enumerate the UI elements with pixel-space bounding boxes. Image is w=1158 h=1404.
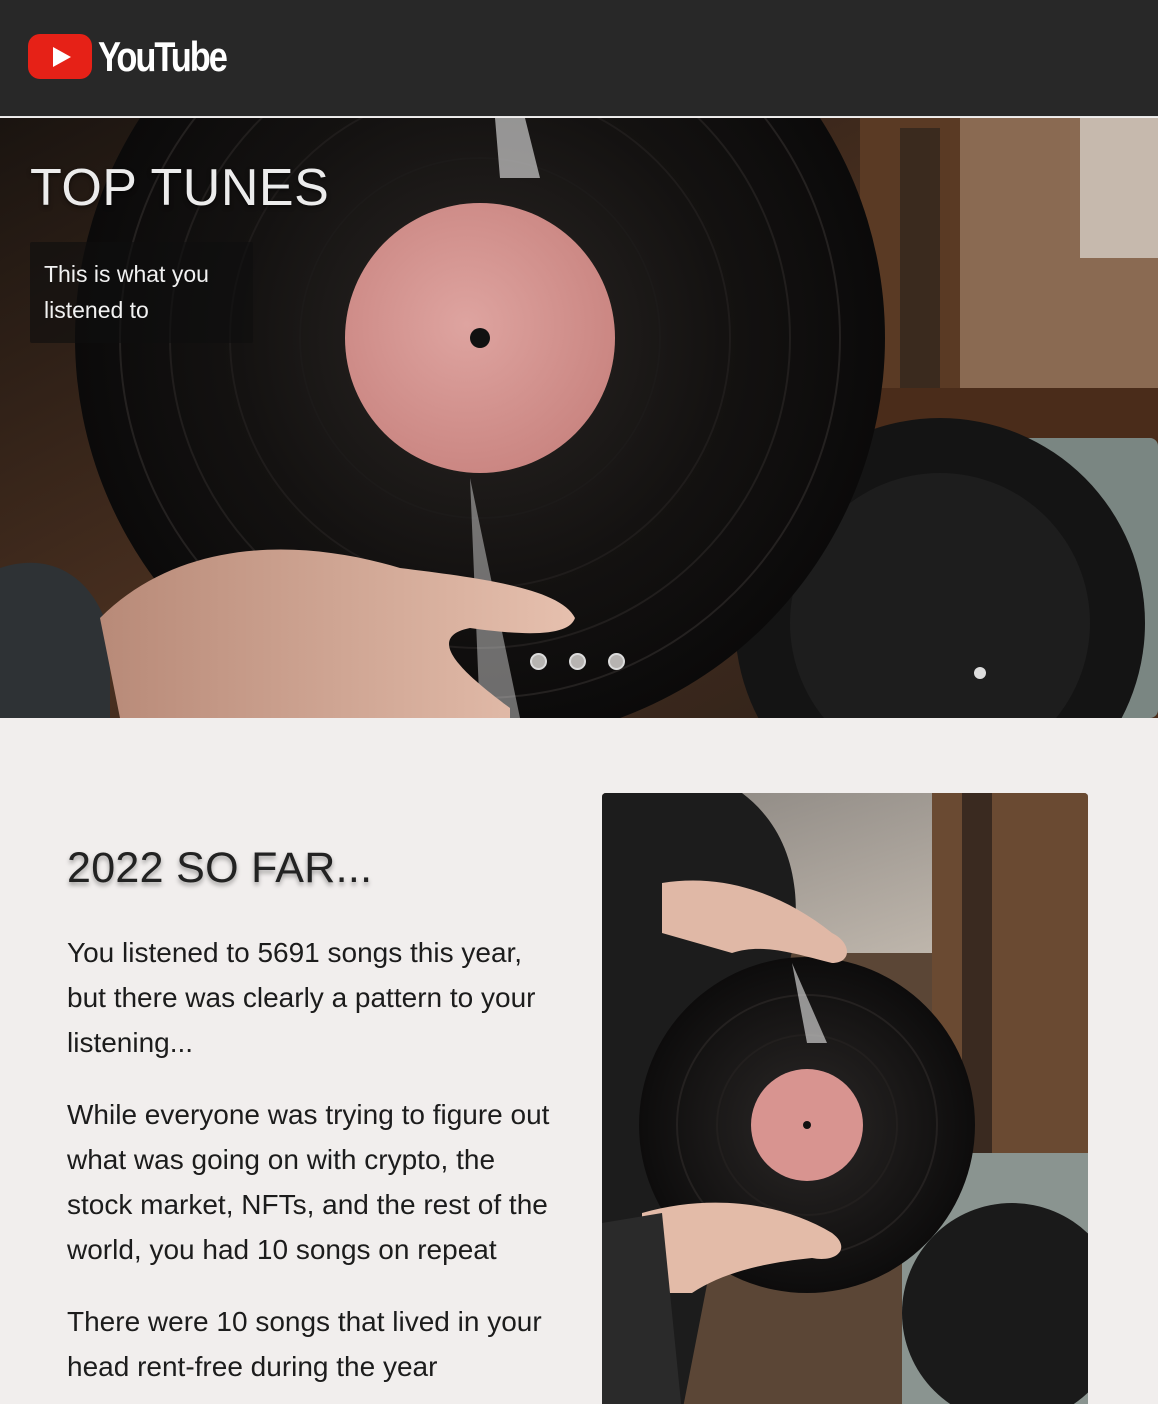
carousel-dot-1[interactable] <box>530 653 547 670</box>
hero-carousel: TOP TUNES This is what you listened to <box>0 118 1158 718</box>
hero-caption: This is what you listened to <box>30 242 253 343</box>
paragraph-3: There were 10 songs that lived in your h… <box>67 1306 542 1382</box>
paragraph-2: While everyone was trying to figure out … <box>67 1099 550 1265</box>
top-bar: YouTube <box>0 0 1158 117</box>
section-title: 2022 SO FAR... <box>67 844 373 892</box>
record-photo <box>602 793 1088 1404</box>
main-content: 2022 SO FAR... You listened to 5691 song… <box>0 718 1158 1404</box>
hero-title: TOP TUNES <box>30 159 330 217</box>
carousel-indicators <box>530 653 625 670</box>
summary-text: You listened to 5691 songs this year, bu… <box>67 930 567 1404</box>
carousel-dot-3[interactable] <box>608 653 625 670</box>
youtube-play-icon <box>28 34 92 79</box>
youtube-logo[interactable]: YouTube <box>28 34 254 79</box>
logo-text: YouTube <box>98 32 228 80</box>
carousel-dot-2[interactable] <box>569 653 586 670</box>
paragraph-1: You listened to 5691 songs this year, bu… <box>67 937 536 1058</box>
